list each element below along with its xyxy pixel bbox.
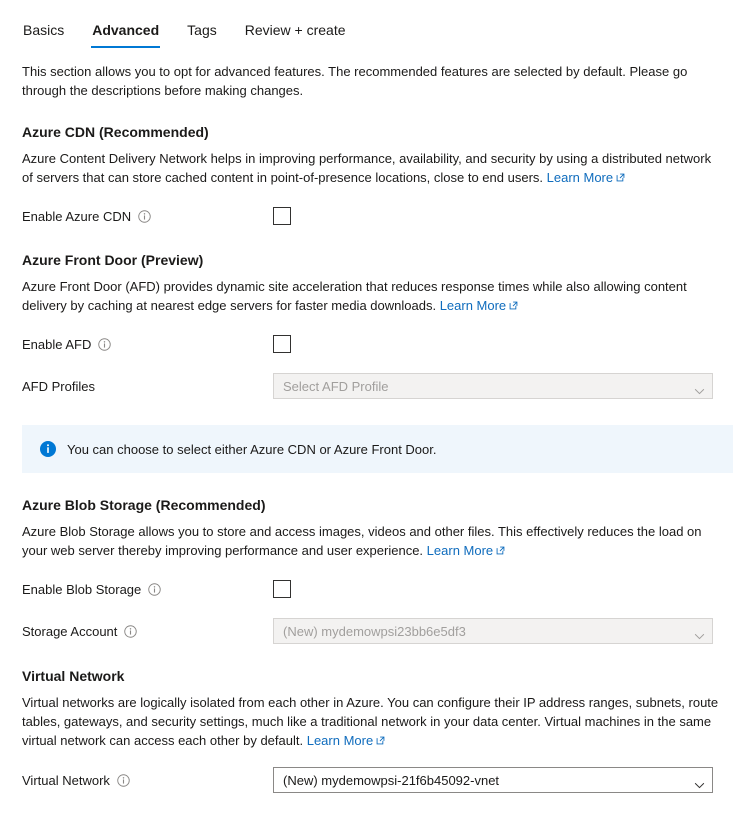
label-text: AFD Profiles: [22, 378, 95, 394]
external-link-icon: [496, 541, 505, 555]
chevron-down-icon: [694, 628, 705, 639]
checkbox-enable-afd[interactable]: [273, 335, 291, 353]
learn-more-label: Learn More: [306, 733, 374, 748]
dropdown-virtual-network[interactable]: (New) mydemowpsi-21f6b45092-vnet: [273, 767, 713, 793]
row-enable-azure-cdn: Enable Azure CDN: [22, 204, 733, 228]
tab-advanced[interactable]: Advanced: [91, 21, 161, 48]
dropdown-value-storage-account: (New) mydemowpsi23bb6e5df3: [283, 623, 466, 639]
label-text: Enable Azure CDN: [22, 208, 132, 224]
info-banner: You can choose to select either Azure CD…: [22, 425, 733, 473]
section-azure-front-door: Azure Front Door (Preview) Azure Front D…: [22, 252, 733, 399]
checkbox-enable-blob-storage[interactable]: [273, 580, 291, 598]
label-text: Virtual Network: [22, 772, 110, 788]
checkbox-enable-azure-cdn[interactable]: [273, 207, 291, 225]
info-circle-icon: [40, 441, 56, 457]
label-enable-azure-cdn: Enable Azure CDN: [22, 209, 273, 224]
section-description-azure-cdn: Azure Content Delivery Network helps in …: [22, 149, 724, 187]
label-afd-profiles: AFD Profiles: [22, 379, 273, 394]
description-text: Azure Blob Storage allows you to store a…: [22, 524, 702, 558]
chevron-down-icon: [694, 777, 705, 788]
section-azure-blob-storage: Azure Blob Storage (Recommended) Azure B…: [22, 497, 733, 644]
row-virtual-network: Virtual Network (New) mydemowpsi-21f6b45…: [22, 767, 733, 793]
section-virtual-network: Virtual Network Virtual networks are log…: [22, 668, 733, 793]
section-description-azure-front-door: Azure Front Door (AFD) provides dynamic …: [22, 277, 724, 315]
info-icon-virtual-network[interactable]: [117, 773, 130, 787]
dropdown-value-afd-profiles: Select AFD Profile: [283, 378, 389, 394]
label-text: Storage Account: [22, 623, 118, 639]
dropdown-value-virtual-network: (New) mydemowpsi-21f6b45092-vnet: [283, 772, 500, 788]
external-link-icon: [509, 296, 518, 310]
learn-more-link-azure-cdn[interactable]: Learn More: [547, 170, 625, 185]
info-icon-storage-account[interactable]: [124, 624, 138, 638]
section-azure-cdn: Azure CDN (Recommended) Azure Content De…: [22, 124, 733, 228]
label-text: Enable Blob Storage: [22, 581, 142, 597]
learn-more-label: Learn More: [426, 543, 494, 558]
row-storage-account: Storage Account (New) mydemowpsi23bb6e5d…: [22, 618, 733, 644]
learn-more-link-virtual-network[interactable]: Learn More: [307, 733, 385, 748]
row-afd-profiles: AFD Profiles Select AFD Profile: [22, 373, 733, 399]
learn-more-label: Learn More: [439, 298, 507, 313]
advanced-tab-page: Basics Advanced Tags Review + create Thi…: [0, 0, 755, 793]
label-enable-afd: Enable AFD: [22, 337, 273, 352]
info-icon-enable-blob-storage[interactable]: [148, 582, 161, 596]
row-enable-afd: Enable AFD: [22, 332, 733, 356]
label-storage-account: Storage Account: [22, 624, 273, 639]
section-description-azure-blob-storage: Azure Blob Storage allows you to store a…: [22, 522, 724, 560]
dropdown-storage-account[interactable]: (New) mydemowpsi23bb6e5df3: [273, 618, 713, 644]
chevron-down-icon: [694, 383, 705, 394]
label-enable-blob-storage: Enable Blob Storage: [22, 582, 273, 597]
dropdown-afd-profiles[interactable]: Select AFD Profile: [273, 373, 713, 399]
label-text: Enable AFD: [22, 336, 92, 352]
external-link-icon: [616, 168, 625, 182]
description-text: Azure Front Door (AFD) provides dynamic …: [22, 279, 687, 313]
label-virtual-network: Virtual Network: [22, 773, 273, 788]
external-link-icon: [376, 731, 385, 745]
info-icon-enable-afd[interactable]: [98, 337, 112, 351]
tab-basics[interactable]: Basics: [22, 21, 65, 48]
section-title-virtual-network: Virtual Network: [22, 668, 125, 684]
row-enable-blob-storage: Enable Blob Storage: [22, 577, 733, 601]
learn-more-link-azure-front-door[interactable]: Learn More: [440, 298, 518, 313]
info-icon-enable-azure-cdn[interactable]: [138, 209, 151, 223]
tab-review-create[interactable]: Review + create: [244, 21, 347, 48]
learn-more-link-azure-blob-storage[interactable]: Learn More: [427, 543, 505, 558]
section-title-azure-blob-storage: Azure Blob Storage (Recommended): [22, 497, 266, 513]
section-title-azure-cdn: Azure CDN (Recommended): [22, 124, 209, 140]
learn-more-label: Learn More: [546, 170, 614, 185]
section-description-virtual-network: Virtual networks are logically isolated …: [22, 693, 724, 750]
page-intro-text: This section allows you to opt for advan…: [22, 64, 688, 98]
info-banner-text: You can choose to select either Azure CD…: [67, 441, 437, 457]
section-title-azure-front-door: Azure Front Door (Preview): [22, 252, 204, 268]
tab-tags[interactable]: Tags: [186, 21, 218, 48]
wizard-tab-bar: Basics Advanced Tags Review + create: [22, 0, 733, 48]
